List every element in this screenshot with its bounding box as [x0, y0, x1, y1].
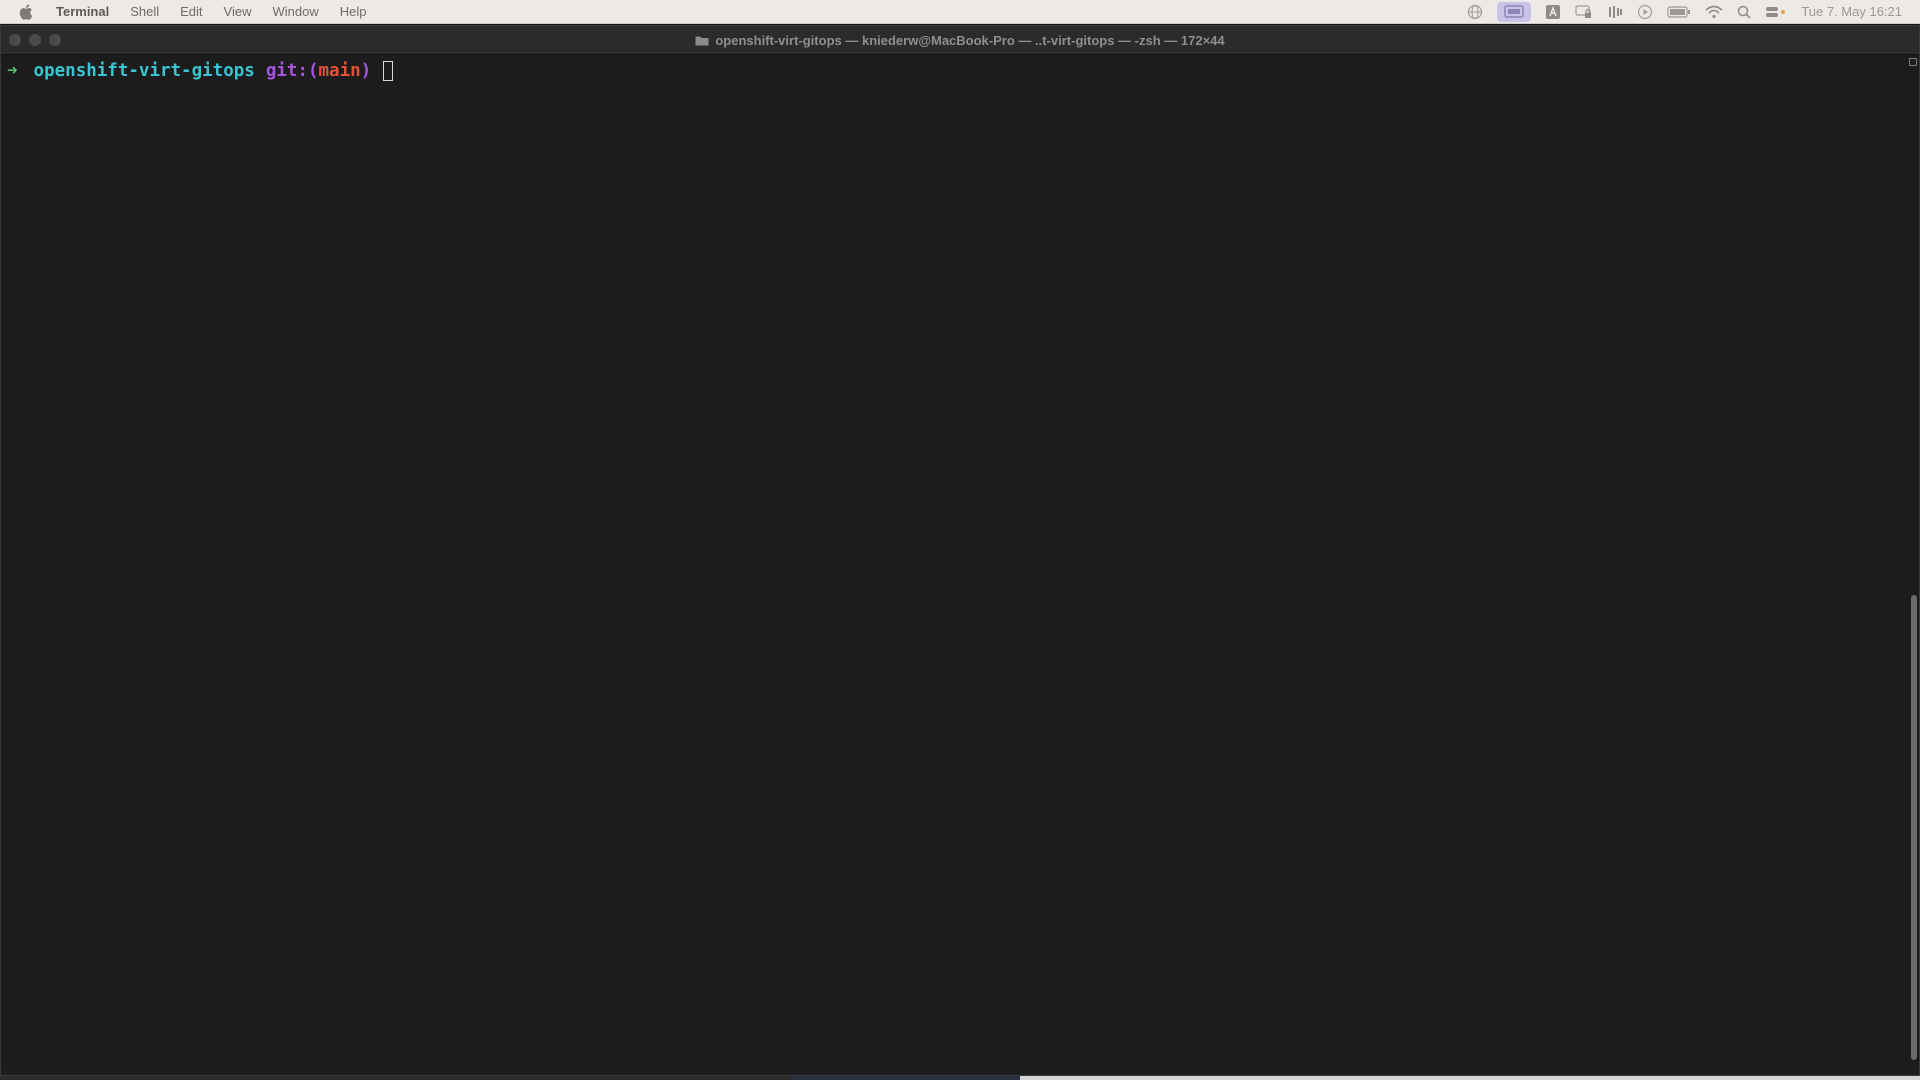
prompt-paren-open: ( — [307, 61, 319, 81]
menu-bar-right: Tue 7. May 16:21 — [1453, 0, 1920, 24]
vertical-scrollbar[interactable] — [1907, 55, 1919, 1067]
prompt-line: ➜ openshift-virt-gitops git: ( main ) — [7, 59, 394, 83]
prompt-paren-close: ) — [360, 61, 372, 81]
menu-app-name[interactable]: Terminal — [56, 0, 109, 24]
traffic-lights — [9, 34, 69, 46]
globe-icon[interactable] — [1467, 0, 1483, 24]
prompt-arrow: ➜ — [7, 61, 18, 81]
window-title-bar[interactable]: openshift-virt-gitops — kniederw@MacBook… — [1, 26, 1919, 55]
window-title: openshift-virt-gitops — kniederw@MacBook… — [695, 32, 1225, 48]
terminal-window: openshift-virt-gitops — kniederw@MacBook… — [0, 25, 1920, 1076]
apple-logo-icon[interactable] — [18, 3, 34, 21]
window-title-text: openshift-virt-gitops — kniederw@MacBook… — [715, 32, 1225, 48]
screen-share-icon[interactable] — [1497, 2, 1532, 22]
text-cursor — [383, 61, 394, 81]
dock-edge — [0, 1076, 1920, 1080]
dock-edge-segment — [790, 1076, 1020, 1080]
menu-window[interactable]: Window — [273, 0, 319, 24]
battery-icon[interactable] — [1667, 0, 1691, 24]
scrollbar-thumb[interactable] — [1911, 595, 1917, 1060]
menu-bar-left: Terminal Shell Edit View Window Help — [0, 0, 388, 23]
close-window-button[interactable] — [9, 34, 21, 46]
folder-icon — [695, 35, 709, 46]
menu-edit[interactable]: Edit — [180, 0, 202, 24]
terminal-content[interactable]: ➜ openshift-virt-gitops git: ( main ) — [1, 55, 1907, 1067]
prompt-branch: main — [318, 61, 361, 81]
prompt-directory: openshift-virt-gitops — [33, 61, 255, 81]
menu-shell[interactable]: Shell — [130, 0, 159, 24]
screen: Terminal Shell Edit View Window Help Tue… — [0, 0, 1920, 1080]
menu-view[interactable]: View — [224, 0, 252, 24]
menu-bar-clock[interactable]: Tue 7. May 16:21 — [1801, 0, 1902, 24]
menu-help[interactable]: Help — [340, 0, 367, 24]
dock-edge-segment-light — [1020, 1076, 1920, 1080]
play-circle-icon[interactable] — [1637, 0, 1653, 24]
control-center-icon[interactable] — [1765, 0, 1787, 24]
minimize-window-button[interactable] — [29, 34, 41, 46]
lock-display-icon[interactable] — [1575, 0, 1593, 24]
menu-bar: Terminal Shell Edit View Window Help Tue… — [0, 0, 1920, 24]
split-pane-icon[interactable] — [1909, 58, 1917, 66]
text-input-icon[interactable] — [1545, 0, 1561, 24]
wifi-icon[interactable] — [1705, 0, 1723, 24]
prompt-git-label: git: — [265, 61, 308, 81]
search-icon[interactable] — [1737, 0, 1751, 24]
zoom-window-button[interactable] — [49, 34, 61, 46]
audio-bars-icon[interactable] — [1607, 0, 1623, 24]
